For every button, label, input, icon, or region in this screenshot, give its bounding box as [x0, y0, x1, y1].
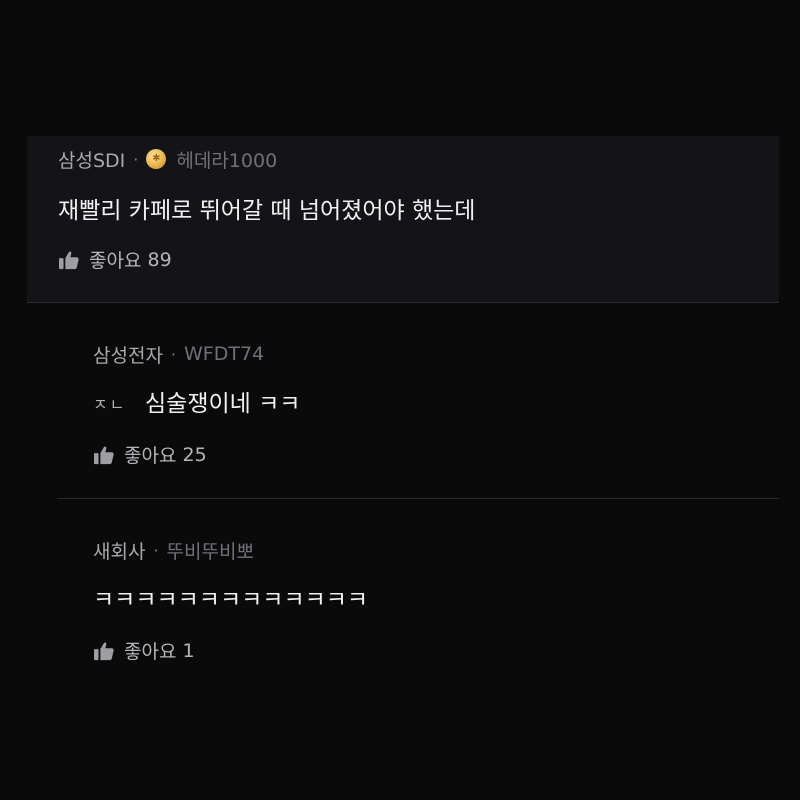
like-label: 좋아요	[89, 250, 142, 272]
separator-dot: ·	[153, 540, 159, 560]
like-button[interactable]: 좋아요 1	[93, 637, 779, 664]
comment-meta: 삼성전자 · WFDT74	[93, 341, 779, 367]
reply-item[interactable]: 삼성전자 · WFDT74 ㅈㄴ 심술쟁이네 ㅋㅋ 좋아요 25	[57, 304, 779, 499]
like-button[interactable]: 좋아요 89	[58, 246, 779, 273]
like-count: 1	[182, 639, 195, 662]
like-button[interactable]: 좋아요 25	[93, 441, 779, 468]
comment-item[interactable]: 삼성SDI · ✱ 헤데라1000 재빨리 카페로 뛰어갈 때 넘어졌어야 했는…	[27, 136, 779, 303]
nickname[interactable]: 뚜비뚜비뽀	[167, 537, 254, 564]
reply-item[interactable]: 새회사 · 뚜비뚜비뽀 ㅋㅋㅋㅋㅋㅋㅋㅋㅋㅋㅋㅋㅋ 좋아요 1	[57, 500, 779, 700]
company-name: 삼성전자	[93, 344, 163, 367]
like-count: 89	[147, 248, 172, 271]
nickname[interactable]: WFDT74	[184, 343, 264, 365]
separator-dot: ·	[133, 149, 139, 169]
comment-meta: 새회사 · 뚜비뚜비뽀	[93, 537, 779, 563]
separator-dot: ·	[170, 344, 177, 364]
gold-badge-icon: ✱	[146, 149, 167, 169]
comment-text: 심술쟁이네 ㅋㅋ	[145, 391, 301, 417]
comment-text: ㅋㅋㅋㅋㅋㅋㅋㅋㅋㅋㅋㅋㅋ	[93, 587, 369, 613]
like-count: 25	[182, 443, 207, 466]
comment-text-row: ㅈㄴ 심술쟁이네 ㅋㅋ	[93, 385, 779, 417]
company-name: 삼성SDI	[58, 149, 126, 172]
thumbs-up-icon	[59, 250, 79, 269]
comment-text: 재빨리 카페로 뛰어갈 때 넘어졌어야 했는데	[58, 198, 476, 224]
nickname[interactable]: 헤데라1000	[176, 146, 277, 173]
like-label: 좋아요	[124, 641, 177, 663]
thumbs-up-icon	[94, 445, 114, 464]
like-label: 좋아요	[124, 445, 177, 467]
thumbs-up-icon	[94, 641, 114, 660]
masked-text: ㅈㄴ	[93, 395, 127, 414]
company-name: 새회사	[93, 540, 146, 563]
comment-meta: 삼성SDI · ✱ 헤데라1000	[58, 146, 779, 172]
